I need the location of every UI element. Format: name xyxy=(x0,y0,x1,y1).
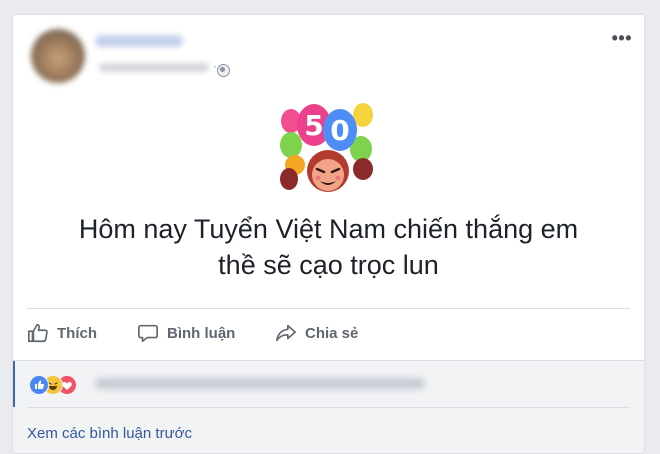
more-icon[interactable]: ••• xyxy=(612,29,632,47)
like-label: Thích xyxy=(57,324,97,342)
post-header: · ••• xyxy=(13,15,644,95)
sticker-cheek-right xyxy=(335,175,341,181)
post-message-line-2: thề sẽ cạo trọc lun xyxy=(218,250,439,280)
sticker-digit-five: 5 xyxy=(304,109,323,142)
balloon-green-left xyxy=(280,132,302,158)
view-previous-comments-link[interactable]: Xem các bình luận trước xyxy=(27,425,192,442)
share-icon xyxy=(276,324,296,342)
comment-button[interactable]: Bình luận xyxy=(137,317,235,349)
globe-icon[interactable] xyxy=(217,64,230,77)
like-button[interactable]: Thích xyxy=(27,317,97,349)
author-name-blurred[interactable] xyxy=(95,35,183,47)
reactions-names-blurred[interactable] xyxy=(95,378,425,389)
comments-section: Xem các bình luận trước xyxy=(13,360,644,453)
sticker-cheek-left xyxy=(315,175,321,181)
post-card: · ••• 5 0 Hôm nay Tuyển Việt Nam chiến t… xyxy=(12,14,645,454)
birthday-50-sticker: 5 0 xyxy=(280,103,373,192)
like-icon xyxy=(28,323,48,343)
sticker-digit-zero: 0 xyxy=(330,114,349,147)
like-reaction-icon xyxy=(29,375,49,395)
comments-divider xyxy=(27,407,630,408)
avatar[interactable] xyxy=(31,29,85,83)
balloon-dark-right xyxy=(353,158,373,180)
comment-label: Bình luận xyxy=(167,324,236,342)
post-message-line-1: Hôm nay Tuyển Việt Nam chiến thắng em xyxy=(78,214,579,244)
balloon-dark-left xyxy=(280,168,298,190)
actions-divider xyxy=(27,308,630,309)
sticker-face xyxy=(312,159,344,191)
post-message: Hôm nay Tuyển Việt Nam chiến thắng em th… xyxy=(23,211,634,283)
reactions-row[interactable] xyxy=(13,361,644,407)
share-button[interactable]: Chia sẻ xyxy=(275,317,358,349)
post-time-blurred[interactable] xyxy=(99,63,209,72)
share-label: Chia sẻ xyxy=(305,324,359,342)
reaction-icons[interactable] xyxy=(29,375,91,395)
comment-icon xyxy=(138,324,158,343)
post-actions: Thích Bình luận Chia sẻ xyxy=(13,317,644,351)
